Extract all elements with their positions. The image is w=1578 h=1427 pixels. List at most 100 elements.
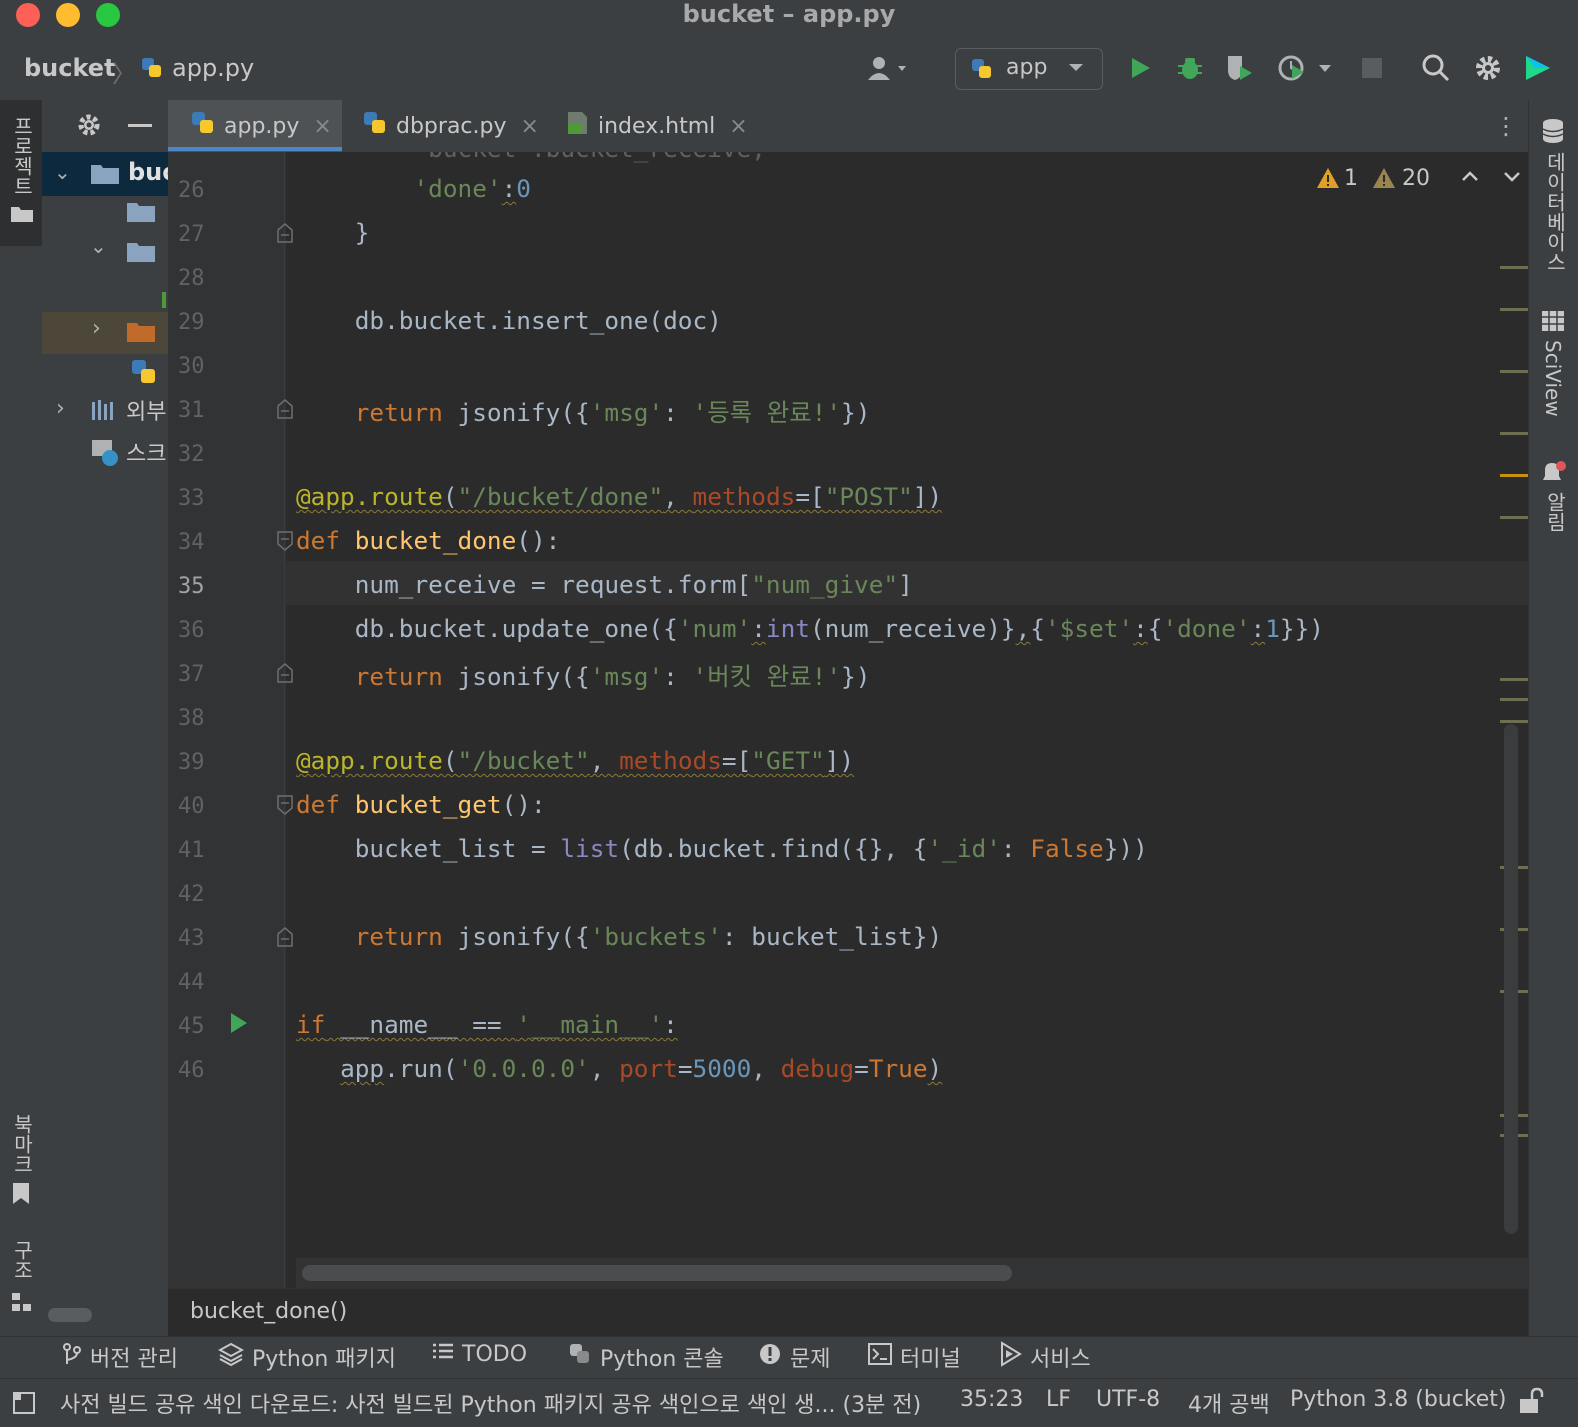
fold-start-icon[interactable] (276, 794, 294, 820)
tree-row-root[interactable]: ⌄ buc (42, 152, 168, 196)
breadcrumb-project[interactable]: bucket (24, 54, 116, 82)
stripe-marker[interactable] (1500, 720, 1528, 723)
project-settings-gear-icon[interactable] (76, 112, 102, 142)
line-number: 27 (178, 222, 205, 247)
debug-icon[interactable] (1174, 52, 1206, 84)
tool-window-problems[interactable]: 문제 (758, 1341, 830, 1373)
python-file-icon[interactable] (130, 358, 158, 390)
lock-open-icon[interactable] (1518, 1387, 1544, 1419)
chevron-down-icon[interactable] (1500, 164, 1524, 192)
tool-window-toggle-icon[interactable] (12, 1391, 36, 1419)
breadcrumb-file[interactable]: app.py (172, 54, 254, 82)
code-editor[interactable]: 'bucket':bucket_receive, 26 'done':0 27 … (168, 152, 1528, 1288)
tool-window-label: 버전 관리 (90, 1347, 178, 1372)
code-line: return jsonify({'msg': '버킷 완료!'}) (354, 662, 871, 691)
stop-icon[interactable] (1356, 52, 1388, 84)
chevron-down-icon (1066, 57, 1086, 81)
line-number: 39 (178, 750, 205, 775)
tool-window-label: Python 콘솔 (600, 1347, 724, 1372)
inspection-widget[interactable]: 1 20 (1316, 164, 1526, 196)
profile-icon[interactable] (1276, 52, 1336, 84)
error-triangle-icon (1316, 166, 1340, 194)
line-separator[interactable]: LF (1046, 1387, 1071, 1412)
line-number: 31 (178, 398, 205, 423)
structure-tool-label: 구조 (10, 1240, 34, 1280)
tool-window-services[interactable]: 서비스 (996, 1341, 1091, 1373)
collapse-panel-icon[interactable] (128, 124, 152, 127)
stripe-marker[interactable] (1500, 266, 1528, 269)
bookmarks-tool-button[interactable]: 북마크 (0, 1104, 42, 1214)
tool-window-label: 서비스 (1030, 1347, 1091, 1372)
stripe-marker[interactable] (1500, 678, 1528, 681)
tool-window-vcs[interactable]: 버전 관리 (62, 1341, 178, 1373)
code-line: def bucket_done(): (296, 526, 561, 555)
line-number: 36 (178, 618, 205, 643)
tool-window-todo[interactable]: TODO (432, 1341, 527, 1367)
jetbrains-toolbox-icon[interactable] (1522, 52, 1554, 84)
vertical-scrollbar[interactable] (1504, 724, 1518, 1234)
run-icon[interactable] (1124, 52, 1156, 84)
python-interpreter[interactable]: Python 3.8 (bucket) (1290, 1387, 1507, 1412)
terminal-icon (868, 1343, 892, 1371)
user-icon[interactable] (864, 52, 914, 84)
stripe-marker[interactable] (1500, 698, 1528, 701)
close-tab-icon[interactable]: × (729, 114, 747, 139)
horizontal-scroll-track (296, 1258, 1528, 1288)
tool-window-terminal[interactable]: 터미널 (868, 1341, 961, 1373)
fold-end-icon[interactable] (276, 222, 294, 248)
stripe-marker[interactable] (1500, 308, 1528, 311)
stripe-marker[interactable] (1500, 474, 1528, 477)
chevron-up-icon[interactable] (1458, 164, 1482, 192)
structure-tool-button[interactable]: 구조 (0, 1234, 42, 1324)
run-gutter-icon[interactable] (228, 1010, 250, 1040)
code-breadcrumb[interactable]: bucket_done() (190, 1299, 347, 1324)
folder-icon[interactable] (126, 240, 156, 268)
chevron-right-icon[interactable]: › (56, 396, 65, 421)
caret-position[interactable]: 35:23 (960, 1387, 1023, 1412)
notifications-tool-button[interactable]: 알림 (1529, 456, 1578, 546)
tool-window-bar: 버전 관리 Python 패키지 TODO Python 콘솔 문제 터미널 서… (0, 1336, 1578, 1379)
change-marker (162, 292, 166, 308)
close-tab-icon[interactable]: × (313, 114, 331, 139)
project-tool-button[interactable]: 프로젝트 (0, 100, 42, 246)
stripe-marker[interactable] (1500, 432, 1528, 435)
more-options-icon[interactable]: ⋮ (1494, 112, 1518, 140)
close-tab-icon[interactable]: × (521, 114, 539, 139)
tab-label: app.py (224, 113, 300, 139)
code-line: def bucket_get(): (296, 790, 546, 819)
run-config-selector[interactable]: app (955, 48, 1103, 90)
coverage-icon[interactable] (1224, 52, 1256, 84)
tool-window-python-packages[interactable]: Python 패키지 (217, 1341, 396, 1373)
horizontal-scrollbar[interactable] (48, 1308, 92, 1322)
file-encoding[interactable]: UTF-8 (1096, 1387, 1160, 1412)
horizontal-scrollbar[interactable] (302, 1265, 1012, 1281)
fold-end-icon[interactable] (276, 398, 294, 424)
fold-end-icon[interactable] (276, 662, 294, 688)
library-icon (90, 398, 120, 426)
line-number: 30 (178, 354, 205, 379)
stripe-marker[interactable] (1500, 516, 1528, 519)
tab-index-html[interactable]: index.html × (540, 100, 748, 152)
tab-app-py[interactable]: app.py × (168, 100, 342, 152)
table-grid-icon (1541, 310, 1565, 336)
chevron-down-icon[interactable]: ⌄ (90, 234, 107, 258)
indent-setting[interactable]: 4개 공백 (1188, 1387, 1270, 1419)
tab-dbprac-py[interactable]: dbprac.py × (342, 100, 540, 152)
folder-icon[interactable] (126, 200, 156, 228)
tab-label: dbprac.py (396, 113, 507, 139)
status-message[interactable]: 사전 빌드 공유 색인 다운로드: 사전 빌드된 Python 패키지 공유 색… (60, 1387, 921, 1419)
stripe-marker[interactable] (1500, 370, 1528, 373)
fold-end-icon[interactable] (276, 926, 294, 952)
structure-icon (11, 1292, 33, 1316)
settings-gear-icon[interactable] (1472, 52, 1504, 84)
breadcrumb-separator-icon: 〉 (112, 60, 136, 88)
search-icon[interactable] (1420, 52, 1452, 84)
tree-row-folder[interactable]: › (42, 312, 168, 354)
line-number-current: 35 (178, 574, 205, 599)
database-tool-button[interactable]: 데이터베이스 (1529, 114, 1578, 274)
tool-window-python-console[interactable]: Python 콘솔 (568, 1341, 724, 1373)
fold-start-icon[interactable] (276, 530, 294, 556)
sciview-tool-button[interactable]: SciView (1529, 310, 1578, 430)
tree-scratches-label[interactable]: 스크 (126, 436, 166, 468)
tree-external-label[interactable]: 외부 (126, 394, 166, 426)
